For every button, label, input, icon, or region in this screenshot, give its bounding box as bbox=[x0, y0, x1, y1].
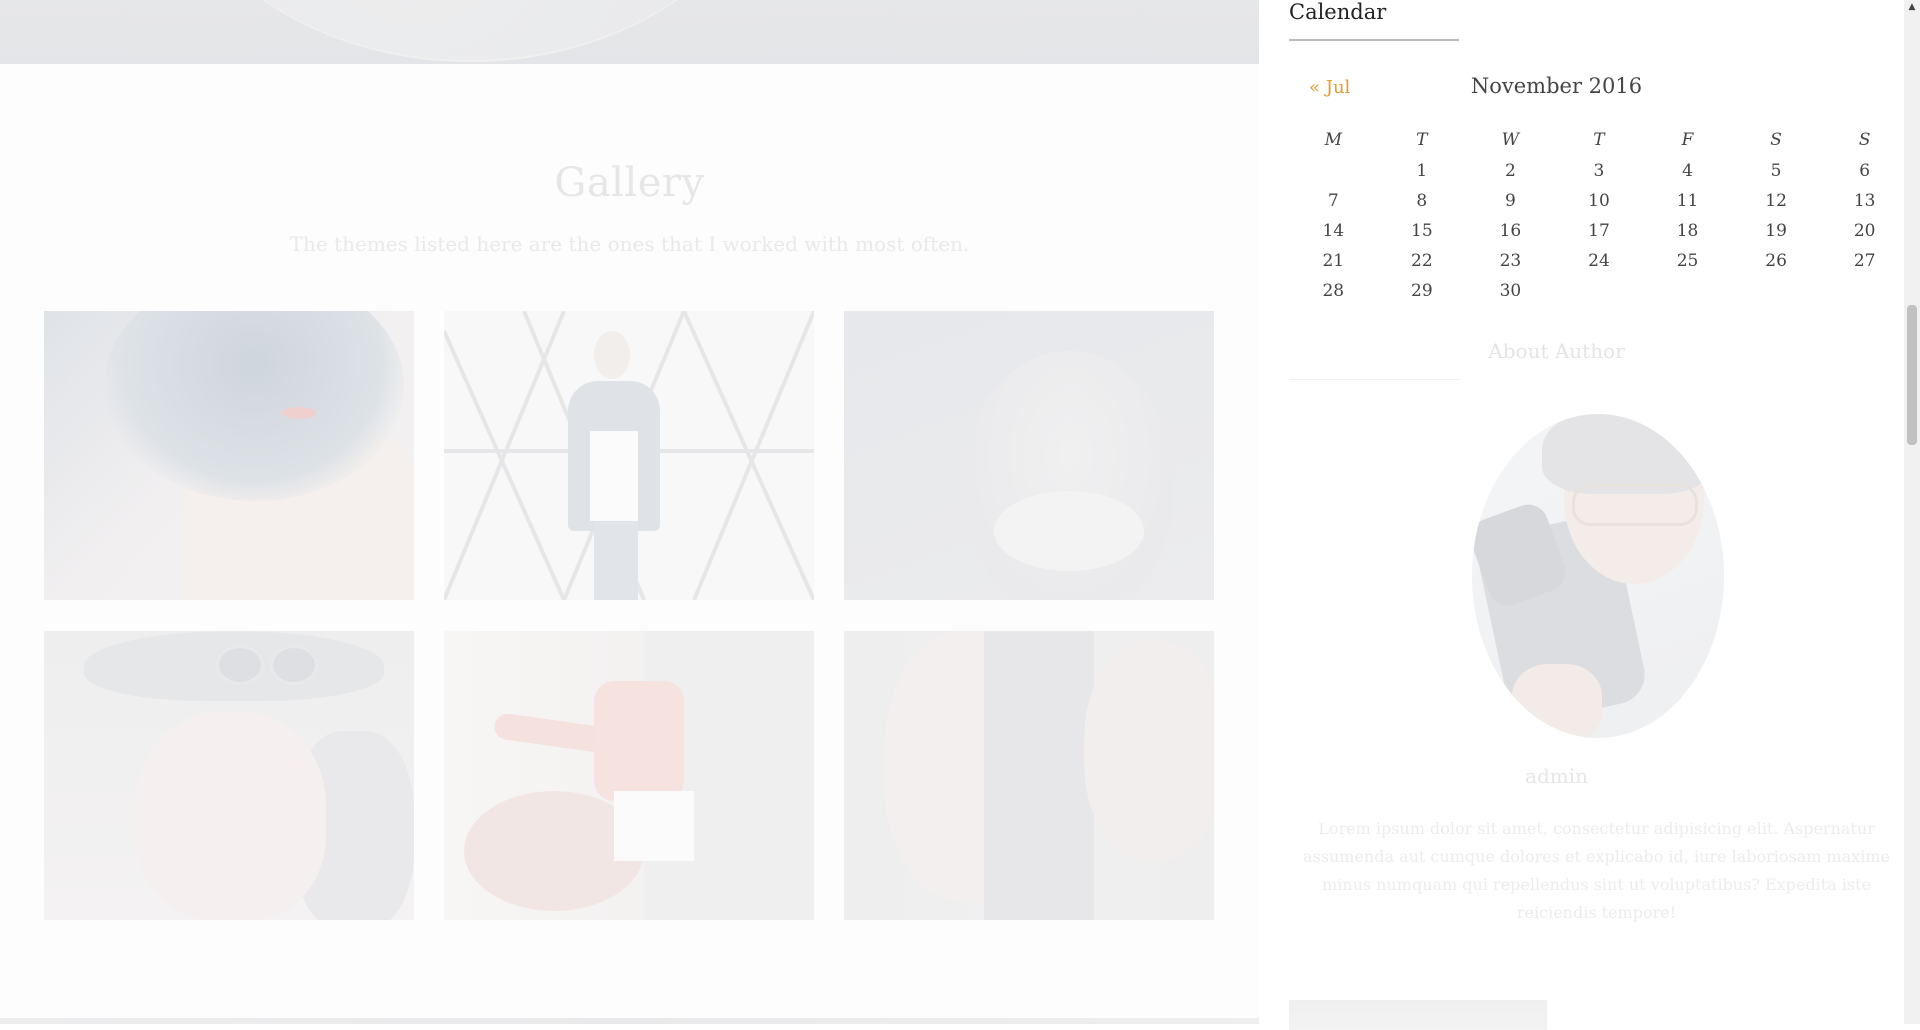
gallery-subtitle: The themes listed here are the ones that… bbox=[289, 232, 970, 256]
photo-shape bbox=[1572, 484, 1698, 526]
calendar-day bbox=[1643, 276, 1732, 306]
weekday-header: M bbox=[1324, 130, 1342, 150]
photo-shape bbox=[1512, 664, 1602, 738]
sidebar-next-widget-image bbox=[1289, 1000, 1547, 1030]
photo-shape bbox=[270, 645, 318, 685]
calendar-day: 23 bbox=[1499, 251, 1522, 271]
hero-image bbox=[0, 0, 1259, 64]
calendar-day: 11 bbox=[1676, 191, 1699, 211]
weekday-header: T bbox=[1416, 130, 1428, 150]
calendar-day: 7 bbox=[1327, 191, 1339, 211]
gallery-image-3[interactable] bbox=[844, 311, 1214, 600]
calendar-week-row: 7 8 9 10 11 12 13 bbox=[1289, 186, 1909, 216]
weekday-header: T bbox=[1593, 130, 1605, 150]
calendar-weekday-row: M T W T F S S bbox=[1289, 124, 1909, 156]
calendar-day bbox=[1555, 276, 1644, 306]
calendar-day: 22 bbox=[1411, 251, 1433, 271]
photo-shape bbox=[282, 407, 316, 419]
calendar-day: 28 bbox=[1322, 281, 1345, 301]
calendar-day: 4 bbox=[1682, 161, 1693, 181]
photo-shape bbox=[614, 791, 694, 861]
calendar-caption: November 2016 bbox=[1470, 74, 1643, 98]
photo-shape bbox=[994, 491, 1144, 571]
calendar-day: 21 bbox=[1322, 251, 1345, 271]
calendar-week-row: 21 22 23 24 25 26 27 bbox=[1289, 246, 1909, 276]
calendar-week-row: 14 15 16 17 18 19 20 bbox=[1289, 216, 1909, 246]
author-name: admin bbox=[1525, 764, 1588, 788]
calendar-day: 5 bbox=[1770, 161, 1782, 181]
weekday-header: S bbox=[1858, 130, 1871, 150]
weekday-header: W bbox=[1501, 130, 1520, 150]
calendar-day: 2 bbox=[1504, 161, 1516, 181]
scrollbar-thumb[interactable] bbox=[1907, 305, 1917, 445]
gallery-image-6[interactable] bbox=[844, 631, 1214, 920]
calendar-day bbox=[1289, 156, 1378, 186]
weekday-header: S bbox=[1770, 130, 1782, 150]
calendar-day: 30 bbox=[1499, 281, 1522, 301]
gallery-image-4[interactable] bbox=[44, 631, 414, 920]
calendar-day: 6 bbox=[1859, 161, 1871, 181]
calendar-day: 16 bbox=[1499, 221, 1522, 241]
calendar-day: 1 bbox=[1416, 161, 1428, 181]
calendar-widget-title: Calendar bbox=[1289, 0, 1387, 24]
calendar-week-row: 28 29 30 bbox=[1289, 276, 1909, 306]
calendar-day: 12 bbox=[1765, 191, 1787, 211]
scroll-up-arrow-icon[interactable]: ▲ bbox=[1904, 0, 1920, 14]
photo-shape bbox=[594, 681, 684, 801]
calendar-day: 15 bbox=[1411, 221, 1433, 241]
about-author-widget-title: About Author bbox=[1488, 339, 1625, 363]
gallery-image-1[interactable] bbox=[44, 311, 414, 600]
page-scrollbar[interactable]: ▲ bbox=[1904, 0, 1920, 1024]
calendar-day bbox=[1732, 276, 1821, 306]
calendar-day: 29 bbox=[1411, 281, 1433, 301]
photo-shape bbox=[1084, 641, 1214, 861]
sidebar: Calendar « Jul November 2016 M T W T F S… bbox=[1259, 0, 1904, 1030]
gallery-image-5[interactable] bbox=[444, 631, 814, 920]
calendar-day: 14 bbox=[1322, 221, 1345, 241]
hero-image-shape bbox=[160, 0, 780, 62]
calendar-day: 18 bbox=[1676, 221, 1699, 241]
main-content: Gallery The themes listed here are the o… bbox=[0, 0, 1259, 1024]
widget-title-underline bbox=[1289, 39, 1459, 41]
photo-shape bbox=[594, 521, 638, 600]
calendar-day: 19 bbox=[1765, 221, 1787, 241]
calendar-day: 27 bbox=[1853, 251, 1876, 271]
calendar-day: 17 bbox=[1588, 221, 1610, 241]
calendar-day: 13 bbox=[1853, 191, 1876, 211]
calendar-day: 8 bbox=[1416, 191, 1428, 211]
calendar-day bbox=[1820, 276, 1909, 306]
widget-title-underline bbox=[1289, 379, 1459, 380]
weekday-header: F bbox=[1681, 130, 1694, 150]
calendar-day: 9 bbox=[1504, 191, 1516, 211]
photo-shape bbox=[984, 631, 1094, 920]
calendar-day: 26 bbox=[1765, 251, 1787, 271]
author-avatar bbox=[1472, 414, 1724, 738]
author-bio: Lorem ipsum dolor sit amet, consectetur … bbox=[1302, 819, 1890, 922]
calendar-day: 20 bbox=[1853, 221, 1876, 241]
photo-shape bbox=[594, 331, 630, 379]
photo-shape bbox=[1542, 414, 1712, 494]
calendar-day: 3 bbox=[1593, 161, 1605, 181]
calendar-table: M T W T F S S 1 2 3 4 5 6 7 8 9 10 11 12… bbox=[1289, 124, 1909, 306]
photo-shape bbox=[590, 431, 638, 521]
next-section-image bbox=[0, 1018, 1259, 1024]
calendar-day: 25 bbox=[1676, 251, 1699, 271]
calendar-week-row: 1 2 3 4 5 6 bbox=[1289, 156, 1909, 186]
calendar-day: 10 bbox=[1588, 191, 1610, 211]
gallery-title: Gallery bbox=[554, 160, 705, 206]
photo-shape bbox=[216, 645, 264, 685]
gallery-image-2[interactable] bbox=[444, 311, 814, 600]
photo-shape bbox=[136, 711, 326, 920]
calendar-day: 24 bbox=[1588, 251, 1610, 271]
